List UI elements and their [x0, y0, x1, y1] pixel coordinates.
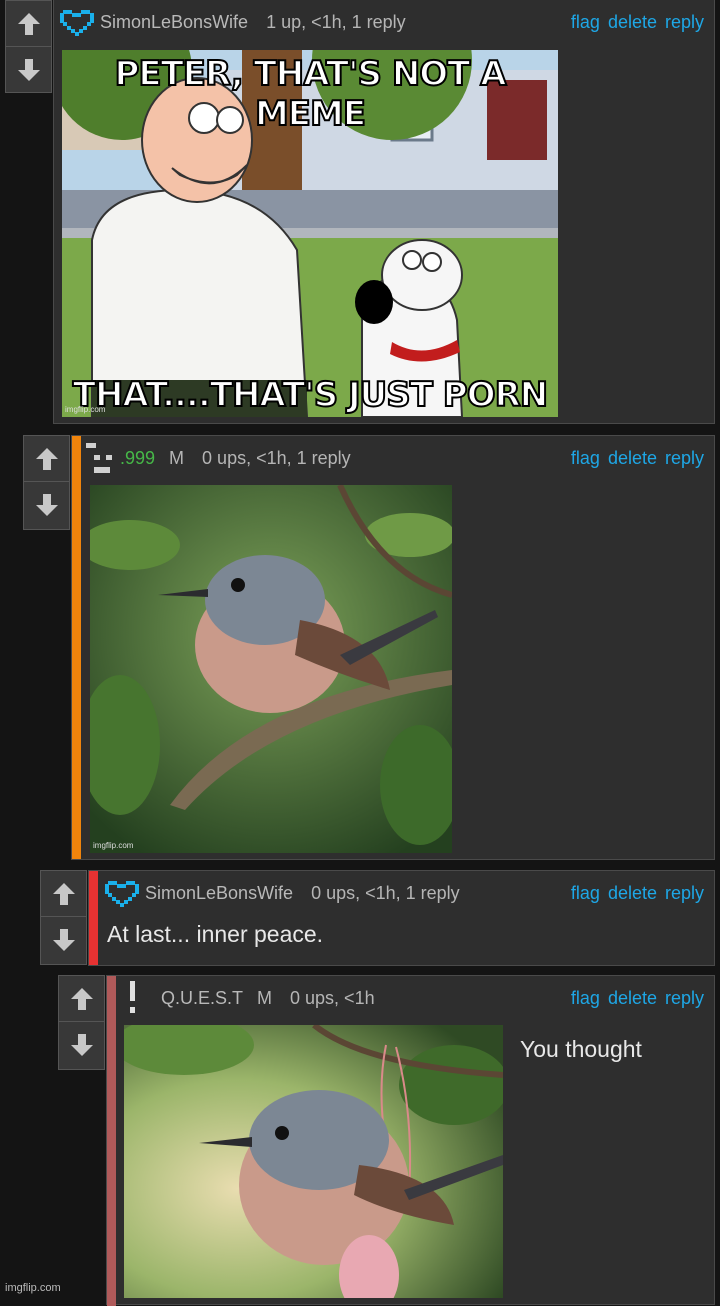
upvote-button[interactable] [6, 1, 51, 46]
arrow-down-icon [52, 928, 75, 951]
comment-header: Q.U.E.S.T M 0 ups, <1h [125, 981, 375, 1013]
upvote-button[interactable] [24, 436, 69, 481]
reply-link[interactable]: reply [665, 448, 704, 469]
thread-indent-bar [72, 436, 81, 859]
upvote-button[interactable] [41, 871, 86, 916]
comment: SimonLeBonsWife 1 up, <1h, 1 reply flag … [53, 0, 715, 424]
comment-meta: 0 ups, <1h, 1 reply [311, 882, 460, 903]
arrow-up-icon [70, 987, 93, 1010]
flag-link[interactable]: flag [571, 448, 600, 469]
meme-top-text: PETER, THAT'S NOT A MEME [113, 53, 507, 135]
comment: SimonLeBonsWife 0 ups, <1h, 1 reply flag… [88, 870, 715, 966]
thread-indent-bar [107, 976, 116, 1306]
comment-actions: flag delete reply [571, 880, 704, 906]
pixel-exclamation-avatar-icon [130, 981, 135, 1013]
vote-box [23, 435, 70, 530]
pixel-heart-avatar-icon [105, 881, 139, 907]
comment: .999 M 0 ups, <1h, 1 reply flag delete r… [71, 435, 715, 860]
comment-header: .999 M 0 ups, <1h, 1 reply [86, 443, 351, 473]
comment-actions: flag delete reply [571, 985, 704, 1011]
delete-link[interactable]: delete [608, 448, 657, 469]
downvote-button[interactable] [41, 916, 86, 962]
comment-meta: 0 ups, <1h [290, 987, 375, 1008]
bird-on-branch-illustration [90, 485, 452, 853]
reply-link[interactable]: reply [665, 12, 704, 33]
image-watermark: imgflip.com [93, 841, 134, 850]
thread-indent-bar [89, 871, 98, 965]
downvote-button[interactable] [6, 46, 51, 92]
arrow-up-icon [17, 12, 40, 35]
arrow-up-icon [52, 882, 75, 905]
imgflip-watermark: imgflip.com [5, 1282, 61, 1294]
delete-link[interactable]: delete [608, 12, 657, 33]
downvote-button[interactable] [24, 481, 69, 527]
upvote-button[interactable] [59, 976, 104, 1021]
vote-box [5, 0, 52, 93]
delete-link[interactable]: delete [608, 883, 657, 904]
username[interactable]: Q.U.E.S.T [161, 988, 243, 1009]
vote-box [40, 870, 87, 965]
comment-meta: 1 up, <1h, 1 reply [266, 11, 406, 32]
comment-text: You thought [520, 1036, 642, 1062]
downvote-button[interactable] [59, 1021, 104, 1067]
meme-image[interactable]: PETER, THAT'S NOT A MEME THAT....THAT'S … [62, 50, 558, 417]
flag-link[interactable]: flag [571, 883, 600, 904]
comment-text: At last... inner peace. [107, 921, 324, 947]
arrow-down-icon [35, 493, 58, 516]
arrow-down-icon [70, 1033, 93, 1056]
reply-link[interactable]: reply [665, 988, 704, 1009]
comment-meta: 0 ups, <1h, 1 reply [202, 447, 351, 468]
image-watermark: imgflip.com [65, 405, 106, 414]
username[interactable]: SimonLeBonsWife [100, 12, 248, 33]
comment-actions: flag delete reply [571, 9, 704, 35]
vote-box [58, 975, 105, 1070]
username[interactable]: SimonLeBonsWife [145, 883, 293, 904]
arrow-up-icon [35, 447, 58, 470]
username[interactable]: .999 [120, 448, 155, 469]
mod-badge: M [169, 447, 185, 468]
arrow-down-icon [17, 58, 40, 81]
delete-link[interactable]: delete [608, 988, 657, 1009]
pixel-heart-avatar-icon [60, 10, 94, 36]
meme-bottom-text: THAT....THAT'S JUST PORN [72, 374, 550, 416]
comment-header: SimonLeBonsWife 0 ups, <1h, 1 reply [105, 880, 460, 907]
reply-link[interactable]: reply [665, 883, 704, 904]
flag-link[interactable]: flag [571, 12, 600, 33]
bird-hanging-illustration [124, 1025, 503, 1298]
flag-link[interactable]: flag [571, 988, 600, 1009]
comment: Q.U.E.S.T M 0 ups, <1h flag delete reply [106, 975, 715, 1306]
bird-image[interactable]: imgflip.com [90, 485, 452, 853]
comment-header: SimonLeBonsWife 1 up, <1h, 1 reply [60, 9, 406, 36]
mod-badge: M [257, 987, 273, 1008]
bird-hanging-image[interactable] [124, 1025, 503, 1298]
pixel-avatar-icon [86, 443, 112, 473]
comment-actions: flag delete reply [571, 445, 704, 471]
